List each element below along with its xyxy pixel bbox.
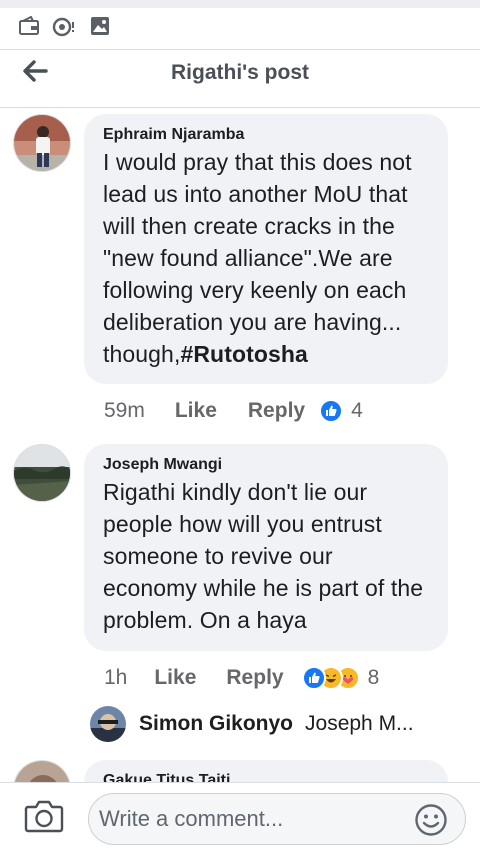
camera-icon bbox=[24, 800, 64, 837]
messenger-icon bbox=[52, 16, 76, 43]
camera-button[interactable] bbox=[24, 799, 64, 835]
reply-preview[interactable]: Simon Gikonyo Joseph M... bbox=[90, 706, 414, 742]
comment-actions: 1h Like Reply 8 bbox=[104, 663, 379, 693]
reply-snippet: Joseph M... bbox=[305, 712, 414, 735]
reaction-count: 8 bbox=[367, 666, 380, 689]
reply-button[interactable]: Reply bbox=[226, 666, 283, 690]
comment-body: I would pray that this does not lead us … bbox=[103, 149, 412, 367]
gallery-icon bbox=[90, 16, 110, 41]
comment-bubble: Ephraim Njaramba I would pray that this … bbox=[84, 114, 448, 384]
reply-button[interactable]: Reply bbox=[248, 399, 305, 423]
reaction-count: 4 bbox=[351, 399, 363, 422]
avatar[interactable] bbox=[90, 706, 126, 742]
avatar[interactable] bbox=[13, 114, 71, 172]
avatar[interactable] bbox=[13, 444, 71, 502]
hashtag-link[interactable]: #Rutotosha bbox=[180, 341, 308, 367]
like-button[interactable]: Like bbox=[175, 399, 217, 423]
reaction-summary[interactable]: 8 bbox=[301, 666, 380, 690]
status-strip bbox=[0, 0, 480, 50]
reply-author[interactable]: Simon Gikonyo bbox=[139, 712, 293, 736]
comment-author[interactable]: Ephraim Njaramba bbox=[103, 126, 430, 144]
comment-text: I would pray that this does not lead us … bbox=[103, 146, 430, 370]
comment-input[interactable] bbox=[88, 793, 466, 845]
reaction-summary[interactable]: 4 bbox=[319, 399, 363, 423]
comment-time[interactable]: 1h bbox=[104, 666, 127, 690]
comment-bubble: Joseph Mwangi Rigathi kindly don't lie o… bbox=[84, 444, 448, 651]
like-reaction-icon bbox=[301, 666, 326, 690]
comment-author[interactable]: Joseph Mwangi bbox=[103, 456, 430, 474]
page-title: Rigathi's post bbox=[171, 61, 309, 84]
emoji-icon bbox=[414, 804, 448, 841]
emoji-button[interactable] bbox=[414, 803, 448, 837]
like-reaction-icon bbox=[319, 399, 344, 423]
like-button[interactable]: Like bbox=[154, 666, 196, 690]
comment-time[interactable]: 59m bbox=[104, 399, 145, 423]
wallet-icon bbox=[18, 15, 40, 41]
post-header: Rigathi's post bbox=[0, 50, 480, 108]
comment-text: Rigathi kindly don't lie our people how … bbox=[103, 479, 424, 633]
comment-composer bbox=[0, 782, 480, 854]
comment-actions: 59m Like Reply 4 bbox=[104, 396, 363, 426]
